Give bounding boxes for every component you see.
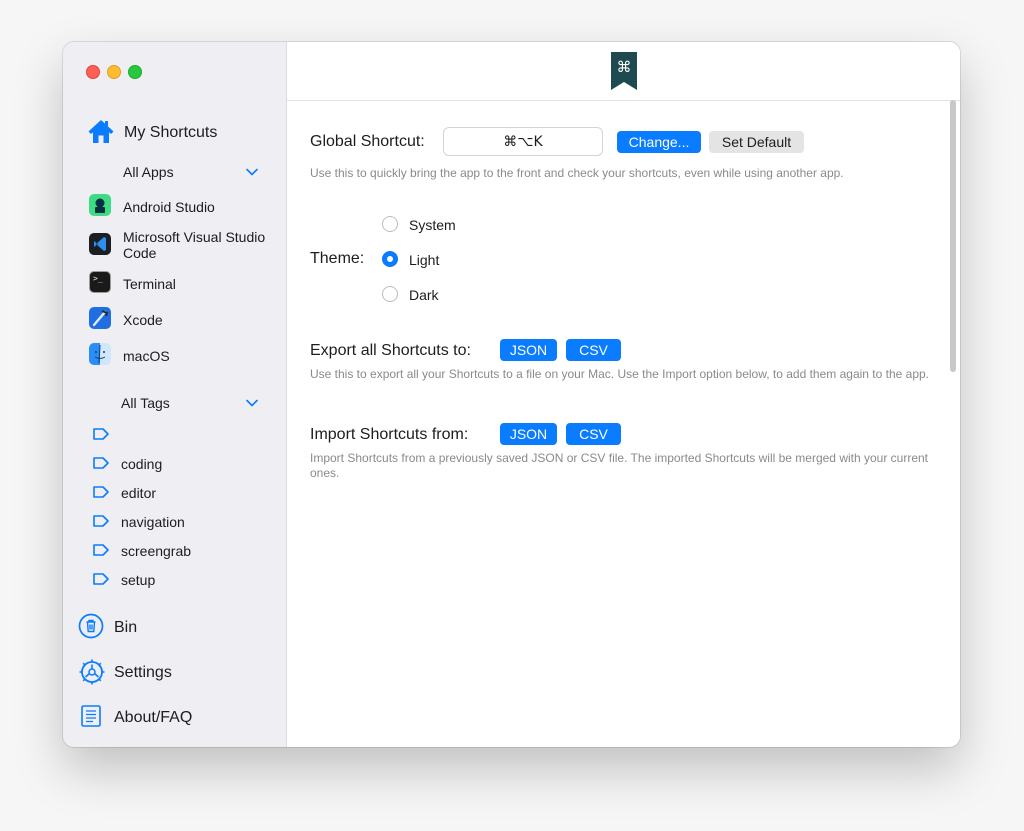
tag-label: editor (121, 485, 157, 501)
sidebar-app-android-studio[interactable]: Android Studio (63, 194, 285, 220)
settings-pane: ⌘ Global Shortcut: ⌘⌥K Change... Set Def… (287, 42, 960, 747)
sidebar-item-my-shortcuts[interactable]: My Shortcuts (85, 118, 275, 146)
all-tags-disclosure[interactable]: All Tags (118, 393, 268, 413)
import-label: Import Shortcuts from: (310, 426, 469, 443)
minimize-window-button[interactable] (107, 65, 121, 79)
sidebar-tag-setup[interactable]: setup (63, 570, 285, 590)
sidebar-tag-coding[interactable]: coding (63, 454, 285, 474)
trash-icon (78, 613, 104, 639)
export-csv-button[interactable]: CSV (566, 339, 621, 361)
export-description: Use this to export all your Shortcuts to… (310, 367, 930, 381)
tag-icon (93, 486, 109, 498)
sidebar: My Shortcuts All Apps Android Studio Mic… (63, 42, 287, 747)
sidebar-tag-untitled[interactable] (63, 425, 285, 445)
settings-label: Settings (114, 664, 172, 681)
about-label: About/FAQ (114, 709, 193, 726)
export-label: Export all Shortcuts to: (310, 342, 471, 359)
tag-label: setup (121, 572, 156, 588)
close-window-button[interactable] (86, 65, 100, 79)
export-json-button[interactable]: JSON (500, 339, 557, 361)
theme-label: Theme: (310, 250, 365, 267)
toolbar: ⌘ (287, 42, 960, 101)
terminal-icon: >_ (89, 271, 111, 293)
sidebar-tag-editor[interactable]: editor (63, 483, 285, 503)
android-studio-icon (89, 194, 111, 216)
document-icon (81, 705, 101, 727)
chevron-down-icon (246, 168, 258, 176)
tag-icon (93, 515, 109, 527)
gear-icon (79, 659, 105, 685)
radio-dark[interactable] (382, 286, 398, 302)
radio-label: System (409, 217, 456, 233)
bin-label: Bin (114, 619, 138, 636)
theme-option-system[interactable]: System (377, 213, 487, 235)
app-label: Xcode (123, 312, 163, 328)
vertical-scrollbar[interactable] (950, 100, 956, 372)
app-window: My Shortcuts All Apps Android Studio Mic… (63, 42, 960, 747)
app-label: macOS (123, 348, 170, 364)
change-shortcut-button[interactable]: Change... (617, 131, 701, 153)
my-shortcuts-label: My Shortcuts (124, 124, 218, 141)
radio-label: Light (409, 252, 440, 268)
tag-icon (93, 573, 109, 585)
import-csv-button[interactable]: CSV (566, 423, 621, 445)
sidebar-item-settings[interactable]: Settings (77, 658, 267, 686)
house-icon (88, 120, 114, 143)
radio-label: Dark (409, 287, 439, 303)
sidebar-item-about[interactable]: About/FAQ (77, 703, 267, 731)
theme-option-light[interactable]: Light (377, 248, 487, 270)
import-description: Import Shortcuts from a previously saved… (310, 451, 929, 480)
chevron-down-icon (246, 399, 258, 407)
tag-icon (93, 457, 109, 469)
all-tags-label: All Tags (121, 395, 170, 411)
tag-icon (93, 428, 109, 440)
app-label: Microsoft Visual Studio Code (123, 229, 266, 261)
sidebar-tag-navigation[interactable]: navigation (63, 512, 285, 532)
tag-label: screengrab (121, 543, 192, 559)
sidebar-item-bin[interactable]: Bin (77, 613, 267, 641)
tag-label: navigation (121, 514, 185, 530)
all-apps-disclosure[interactable]: All Apps (118, 162, 268, 182)
zoom-window-button[interactable] (128, 65, 142, 79)
finder-icon (89, 343, 111, 365)
app-label: Terminal (123, 276, 176, 292)
command-bookmark-icon: ⌘ (611, 52, 637, 90)
radio-system[interactable] (382, 216, 398, 232)
sidebar-app-terminal[interactable]: >_ Terminal (63, 271, 285, 297)
sidebar-app-xcode[interactable]: Xcode (63, 307, 285, 333)
radio-light-selected[interactable] (382, 251, 398, 267)
theme-option-dark[interactable]: Dark (377, 283, 487, 305)
global-shortcut-field[interactable]: ⌘⌥K (443, 127, 603, 156)
sidebar-tag-screengrab[interactable]: screengrab (63, 541, 285, 561)
sidebar-app-vscode[interactable]: Microsoft Visual Studio Code (63, 228, 285, 264)
import-json-button[interactable]: JSON (500, 423, 557, 445)
tag-icon (93, 544, 109, 556)
global-shortcut-description: Use this to quickly bring the app to the… (310, 166, 844, 180)
sidebar-app-macos[interactable]: macOS (63, 343, 285, 369)
set-default-button[interactable]: Set Default (709, 131, 804, 153)
xcode-icon (89, 307, 111, 329)
vscode-icon (89, 233, 111, 255)
global-shortcut-label: Global Shortcut: (310, 133, 425, 150)
app-label: Android Studio (123, 199, 215, 215)
tag-label: coding (121, 456, 163, 472)
all-apps-label: All Apps (123, 164, 174, 180)
